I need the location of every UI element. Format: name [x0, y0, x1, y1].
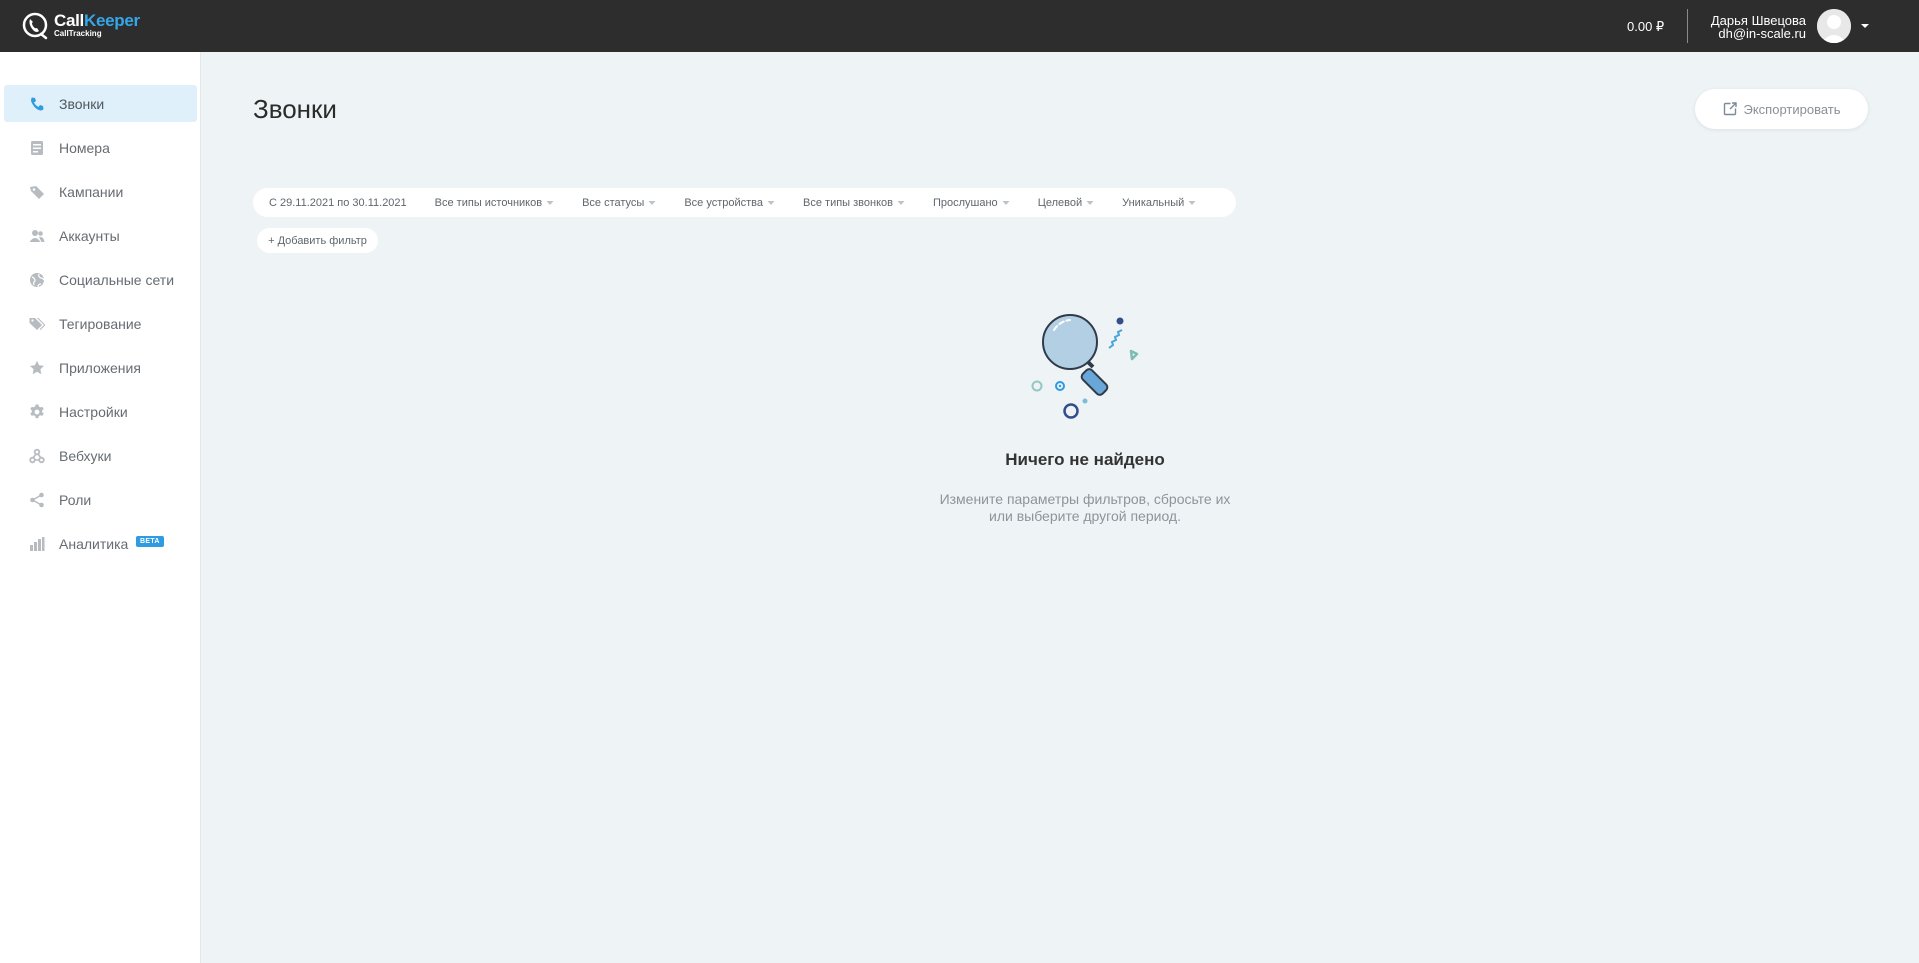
- sidebar-item-campaigns[interactable]: Кампании: [4, 173, 197, 210]
- filter-bar: С 29.11.2021 по 30.11.2021 Все типы исто…: [253, 188, 1236, 217]
- sidebar: Звонки Номера Кампании Аккаунты Социальн…: [0, 52, 201, 963]
- sidebar-item-label: Аккаунты: [59, 227, 120, 244]
- phone-icon: [28, 95, 46, 113]
- user-info[interactable]: Дарья Швецова dh@in-scale.ru: [1711, 14, 1806, 40]
- sidebar-item-label: Настройки: [59, 403, 128, 420]
- sidebar-item-label: Роли: [59, 491, 92, 508]
- page-title: Звонки: [253, 94, 337, 124]
- export-button-label: Экспортировать: [1743, 101, 1841, 117]
- empty-state-title: Ничего не найдено: [1005, 450, 1165, 469]
- tags-icon: [28, 315, 46, 333]
- users-icon: [28, 227, 46, 245]
- avatar[interactable]: [1817, 9, 1851, 43]
- add-filter-button[interactable]: + Добавить фильтр: [257, 228, 378, 253]
- globe-icon: [28, 271, 46, 289]
- sidebar-item-accounts[interactable]: Аккаунты: [4, 217, 197, 254]
- export-icon: [1723, 102, 1737, 116]
- chevron-down-icon: [648, 200, 656, 205]
- magnifier-empty-state-icon: [1031, 314, 1139, 419]
- sidebar-item-webhooks[interactable]: Вебхуки: [4, 437, 197, 474]
- sidebar-item-tagging[interactable]: Тегирование: [4, 305, 197, 342]
- app-logo[interactable]: CallKeeper CallTracking: [20, 10, 140, 40]
- logo-name-part2: Keeper: [83, 11, 140, 30]
- date-range-filter[interactable]: С 29.11.2021 по 30.11.2021: [269, 197, 407, 209]
- sidebar-item-apps[interactable]: Приложения: [4, 349, 197, 386]
- top-bar: CallKeeper CallTracking 0.00 ₽ Дарья Шве…: [0, 0, 1919, 52]
- sidebar-item-settings[interactable]: Настройки: [4, 393, 197, 430]
- header-divider: [1687, 9, 1688, 43]
- chevron-down-icon: [1002, 200, 1010, 205]
- campaigns-icon: [28, 183, 46, 201]
- target-filter[interactable]: Целевой: [1038, 197, 1094, 209]
- empty-state-text-line1: Измените параметры фильтров, сбросьте их: [939, 491, 1231, 507]
- sidebar-item-label: Приложения: [59, 359, 141, 376]
- logo-subtitle: CallTracking: [54, 29, 102, 38]
- sidebar-item-label: Кампании: [59, 183, 124, 200]
- sidebar-item-calls[interactable]: Звонки: [4, 85, 197, 122]
- sidebar-item-label: Аналитика: [59, 535, 129, 552]
- call-types-filter[interactable]: Все типы звонков: [803, 197, 905, 209]
- chevron-down-icon: [546, 200, 554, 205]
- chevron-down-icon: [1086, 200, 1094, 205]
- sidebar-item-label: Звонки: [59, 95, 105, 112]
- bar-chart-icon: [28, 535, 46, 553]
- webhook-icon: [28, 447, 46, 465]
- chevron-down-icon: [1188, 200, 1196, 205]
- export-button[interactable]: Экспортировать: [1695, 89, 1868, 129]
- unique-filter[interactable]: Уникальный: [1122, 197, 1196, 209]
- devices-filter[interactable]: Все устройства: [684, 197, 775, 209]
- listened-filter[interactable]: Прослушано: [933, 197, 1010, 209]
- chevron-down-icon: [897, 200, 905, 205]
- sidebar-item-roles[interactable]: Роли: [4, 481, 197, 518]
- numbers-icon: [28, 139, 46, 157]
- share-icon: [28, 491, 46, 509]
- logo-name-part1: Call: [54, 11, 84, 30]
- sidebar-item-numbers[interactable]: Номера: [4, 129, 197, 166]
- empty-state-text: Измените параметры фильтров, сбросьте их…: [935, 491, 1235, 525]
- statuses-filter[interactable]: Все статусы: [582, 197, 656, 209]
- sidebar-item-label: Вебхуки: [59, 447, 112, 464]
- chevron-down-icon[interactable]: [1860, 21, 1870, 31]
- gear-icon: [28, 403, 46, 421]
- sidebar-item-analytics[interactable]: Аналитика BETA: [4, 525, 197, 562]
- sidebar-item-social[interactable]: Социальные сети: [4, 261, 197, 298]
- empty-state-text-line2: или выберите другой период.: [989, 508, 1181, 524]
- avatar-placeholder-icon: [1817, 9, 1851, 43]
- sidebar-item-label: Номера: [59, 139, 110, 156]
- sidebar-item-label: Социальные сети: [59, 271, 175, 288]
- apps-icon: [28, 359, 46, 377]
- user-email: dh@in-scale.ru: [1718, 26, 1806, 41]
- chevron-down-icon: [767, 200, 775, 205]
- account-balance[interactable]: 0.00 ₽: [1627, 19, 1664, 35]
- sources-filter[interactable]: Все типы источников: [435, 197, 554, 209]
- logo-phone-icon: [22, 12, 48, 40]
- beta-badge: BETA: [136, 536, 164, 547]
- sidebar-item-label: Тегирование: [59, 315, 142, 332]
